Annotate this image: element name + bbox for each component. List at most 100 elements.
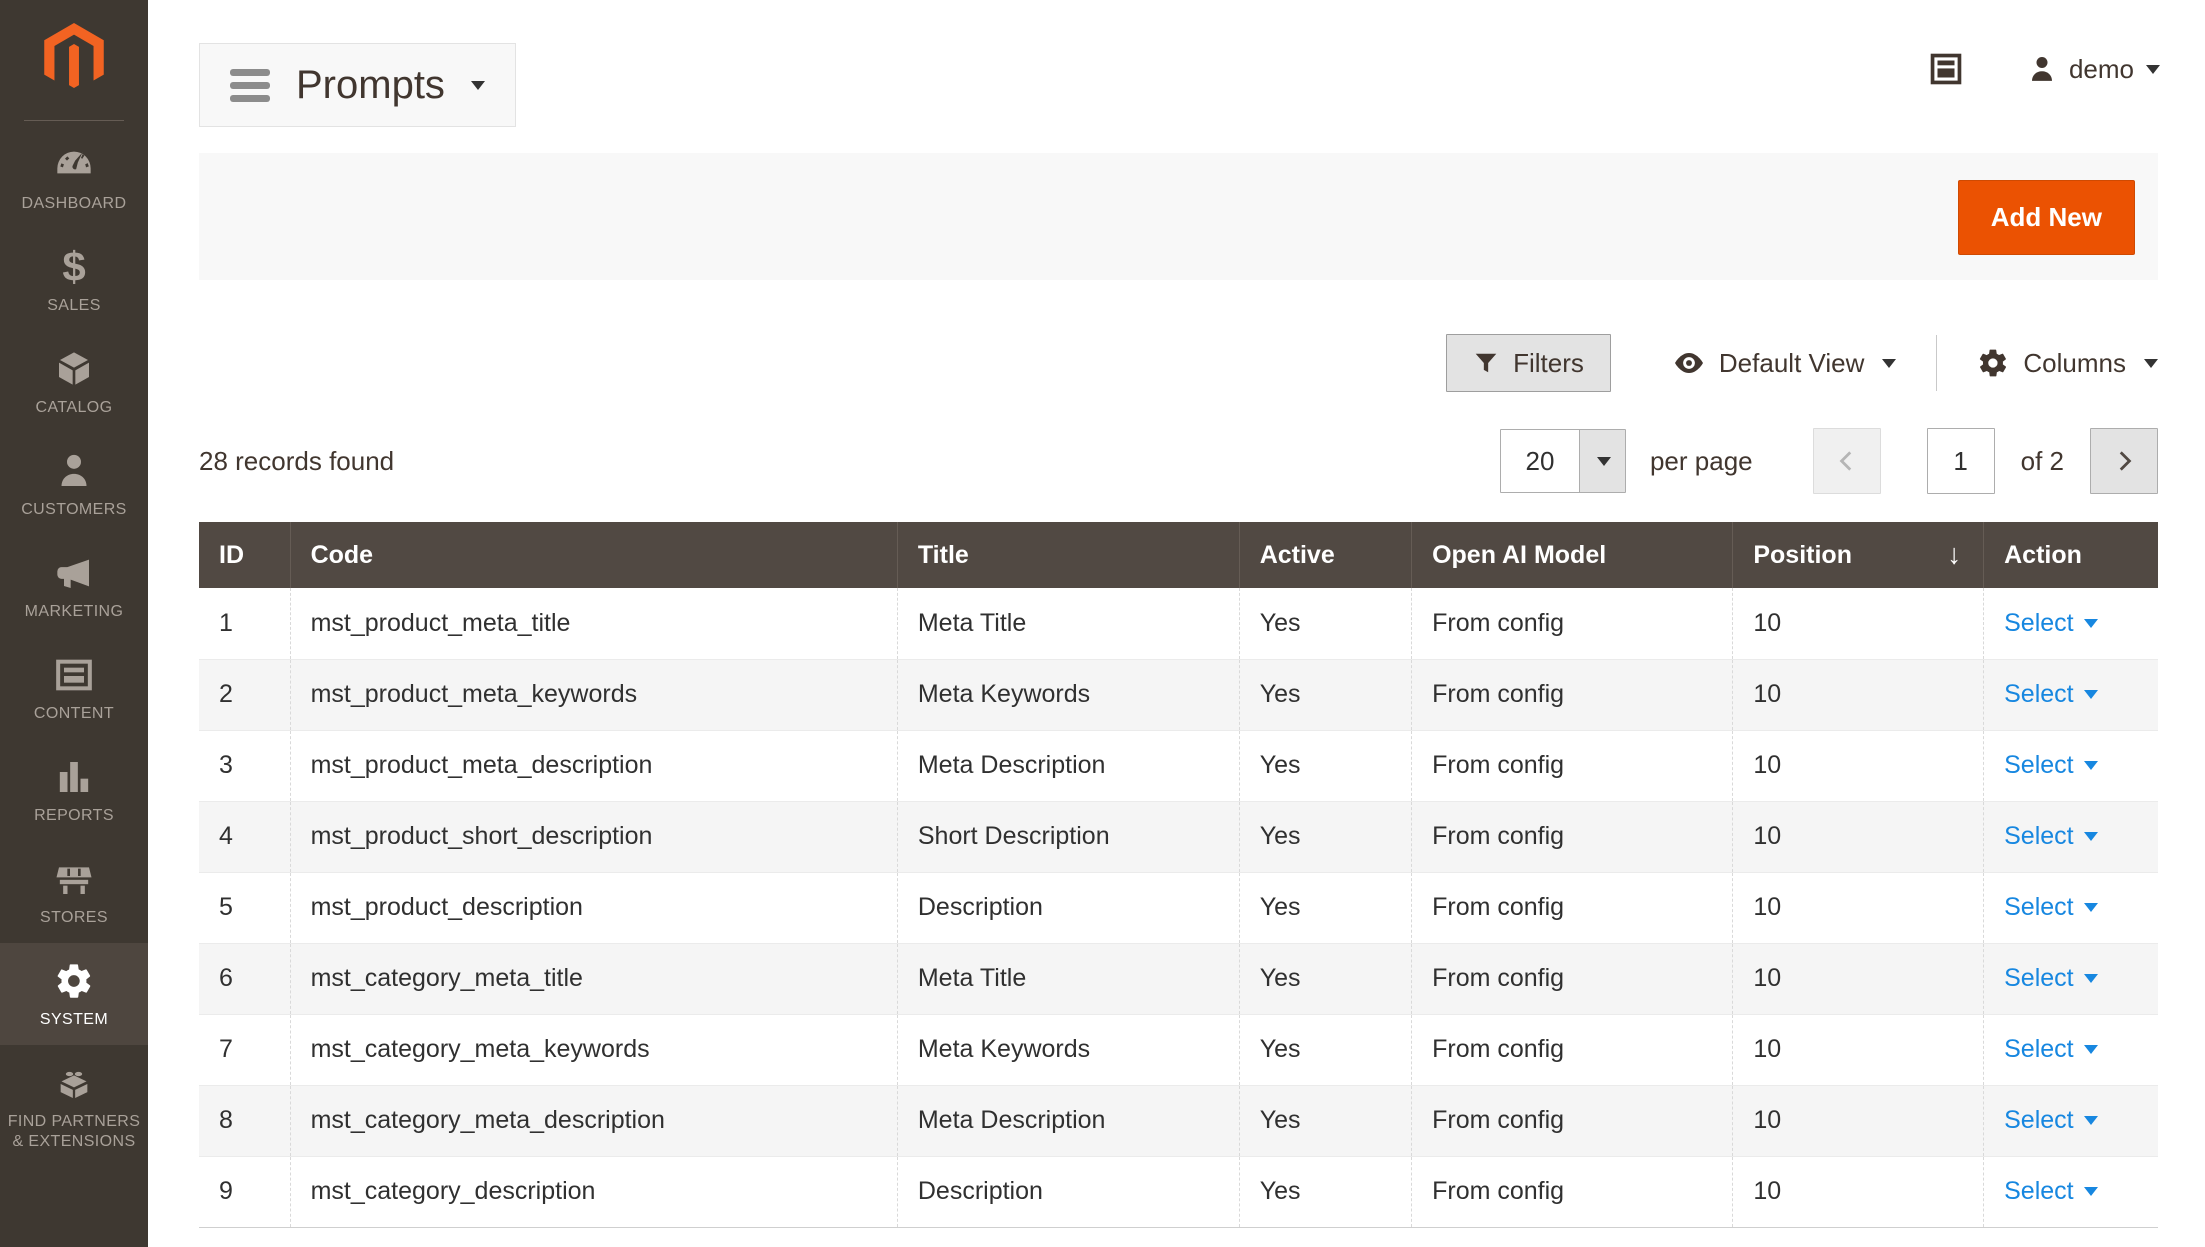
cell-active: Yes xyxy=(1239,1014,1411,1085)
cell-active: Yes xyxy=(1239,943,1411,1014)
sidebar-item-label: MARKETING xyxy=(25,602,124,622)
system-gear-icon xyxy=(53,960,95,1002)
sidebar-item-stores[interactable]: STORES xyxy=(0,841,148,943)
table-row: 4 mst_product_short_description Short De… xyxy=(199,801,2158,872)
column-header-code[interactable]: Code xyxy=(290,522,897,588)
cell-code: mst_category_meta_description xyxy=(290,1085,897,1156)
select-action[interactable]: Select xyxy=(2004,964,2097,993)
select-action[interactable]: Select xyxy=(2004,1177,2097,1206)
select-action-label: Select xyxy=(2004,680,2073,709)
dashboard-gauge-icon xyxy=(53,144,95,186)
column-header-title[interactable]: Title xyxy=(897,522,1239,588)
hamburger-menu-icon[interactable] xyxy=(230,69,270,102)
previous-page-button[interactable] xyxy=(1813,428,1881,494)
sidebar-item-label: STORES xyxy=(40,908,108,928)
cell-code: mst_category_meta_title xyxy=(290,943,897,1014)
next-page-button[interactable] xyxy=(2090,428,2158,494)
user-menu[interactable]: demo xyxy=(2027,54,2160,85)
select-action[interactable]: Select xyxy=(2004,680,2097,709)
cell-position: 10 xyxy=(1733,943,1984,1014)
eye-icon xyxy=(1673,347,1705,379)
cell-model: From config xyxy=(1412,943,1733,1014)
sidebar-item-label: CUSTOMERS xyxy=(21,500,127,520)
select-caret-icon xyxy=(2084,619,2098,628)
sidebar-item-system[interactable]: SYSTEM xyxy=(0,943,148,1045)
magento-logo-icon[interactable] xyxy=(39,22,109,94)
page-actions-band: Add New xyxy=(199,153,2158,280)
cell-code: mst_product_meta_description xyxy=(290,730,897,801)
cell-model: From config xyxy=(1412,1014,1733,1085)
grid-content: Filters Default View Columns 28 records … xyxy=(199,334,2158,1228)
page-title-box[interactable]: Prompts xyxy=(199,43,516,127)
layout-grid-icon[interactable] xyxy=(1929,52,1963,86)
select-action-label: Select xyxy=(2004,964,2073,993)
sidebar-item-customers[interactable]: CUSTOMERS xyxy=(0,433,148,535)
select-action[interactable]: Select xyxy=(2004,751,2097,780)
table-body: 1 mst_product_meta_title Meta Title Yes … xyxy=(199,588,2158,1227)
cell-position: 10 xyxy=(1733,872,1984,943)
per-page-select[interactable]: 20 xyxy=(1500,429,1626,493)
column-header-position[interactable]: Position ↓ xyxy=(1733,522,1984,588)
select-caret-icon xyxy=(2084,974,2098,983)
sidebar-item-label: CONTENT xyxy=(34,704,114,724)
cell-model: From config xyxy=(1412,801,1733,872)
view-label: Default View xyxy=(1719,348,1865,379)
select-caret-icon xyxy=(2084,761,2098,770)
cell-position: 10 xyxy=(1733,588,1984,659)
cell-title: Meta Description xyxy=(897,730,1239,801)
select-action[interactable]: Select xyxy=(2004,1106,2097,1135)
cell-model: From config xyxy=(1412,588,1733,659)
column-header-model[interactable]: Open AI Model xyxy=(1412,522,1733,588)
cell-position: 10 xyxy=(1733,659,1984,730)
select-action-label: Select xyxy=(2004,751,2073,780)
column-header-action[interactable]: Action xyxy=(1984,522,2158,588)
cell-code: mst_product_short_description xyxy=(290,801,897,872)
sidebar-item-dashboard[interactable]: DASHBOARD xyxy=(0,127,148,229)
sidebar-item-label: DASHBOARD xyxy=(22,194,127,214)
column-header-id[interactable]: ID xyxy=(199,522,290,588)
cell-active: Yes xyxy=(1239,588,1411,659)
select-caret-icon xyxy=(2084,832,2098,841)
cell-position: 10 xyxy=(1733,1085,1984,1156)
cell-position: 10 xyxy=(1733,801,1984,872)
sort-desc-icon: ↓ xyxy=(1947,538,1961,570)
table-row: 5 mst_product_description Description Ye… xyxy=(199,872,2158,943)
sidebar-item-label: SALES xyxy=(47,296,101,316)
pagination: 20 per page of 2 xyxy=(1500,428,2158,494)
page-header: Prompts demo xyxy=(148,0,2205,153)
page-number-input[interactable] xyxy=(1927,428,1995,494)
marketing-megaphone-icon xyxy=(53,552,95,594)
main-content: Prompts demo Add New Filt xyxy=(148,0,2205,1247)
sidebar-item-sales[interactable]: $ SALES xyxy=(0,229,148,331)
select-caret-icon xyxy=(2084,1116,2098,1125)
sidebar-item-reports[interactable]: REPORTS xyxy=(0,739,148,841)
cell-position: 10 xyxy=(1733,730,1984,801)
column-header-active[interactable]: Active xyxy=(1239,522,1411,588)
table-row: 6 mst_category_meta_title Meta Title Yes… xyxy=(199,943,2158,1014)
sidebar-item-catalog[interactable]: CATALOG xyxy=(0,331,148,433)
cell-title: Meta Keywords xyxy=(897,1014,1239,1085)
default-view-control[interactable]: Default View xyxy=(1673,347,1897,379)
cell-id: 6 xyxy=(199,943,290,1014)
select-action[interactable]: Select xyxy=(2004,822,2097,851)
select-action[interactable]: Select xyxy=(2004,609,2097,638)
cell-id: 1 xyxy=(199,588,290,659)
sidebar-item-find-partners[interactable]: FIND PARTNERS & EXTENSIONS xyxy=(0,1045,148,1167)
add-new-button[interactable]: Add New xyxy=(1958,180,2135,255)
total-pages-label: of 2 xyxy=(2021,446,2064,477)
filters-button[interactable]: Filters xyxy=(1446,334,1611,392)
per-page-caret-icon xyxy=(1579,430,1625,492)
select-action[interactable]: Select xyxy=(2004,1035,2097,1064)
prompts-grid: ID Code Title Active Open AI Model Posit… xyxy=(199,522,2158,1228)
sidebar-item-content[interactable]: CONTENT xyxy=(0,637,148,739)
columns-control[interactable]: Columns xyxy=(1977,347,2158,379)
customers-person-icon xyxy=(53,450,95,492)
cell-id: 5 xyxy=(199,872,290,943)
cell-title: Description xyxy=(897,872,1239,943)
sidebar-nav: DASHBOARD $ SALES CATALOG CUSTOMERS xyxy=(0,127,148,1167)
select-action[interactable]: Select xyxy=(2004,893,2097,922)
sidebar-item-marketing[interactable]: MARKETING xyxy=(0,535,148,637)
user-icon xyxy=(2027,54,2057,84)
select-action-label: Select xyxy=(2004,893,2073,922)
cell-position: 10 xyxy=(1733,1156,1984,1227)
